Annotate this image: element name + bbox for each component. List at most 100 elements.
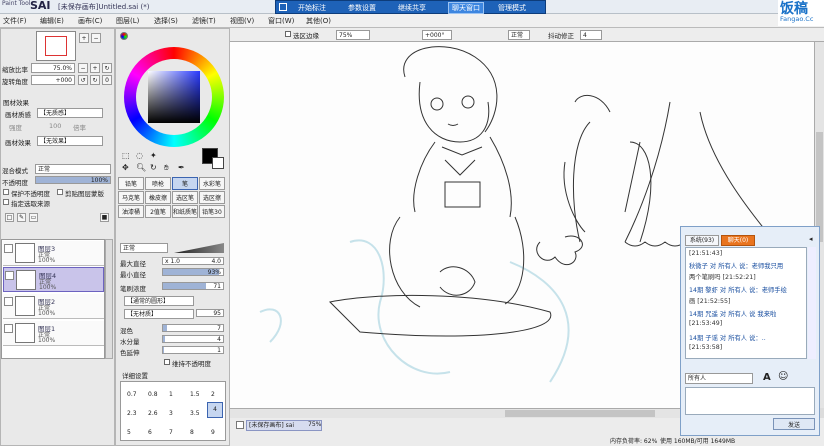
texture-strength-slider[interactable]: 95 bbox=[196, 309, 224, 317]
menu-window[interactable]: 窗口(W) bbox=[268, 16, 294, 26]
magic-wand-icon[interactable]: ✦ bbox=[150, 151, 157, 160]
menu-canvas[interactable]: 画布(C) bbox=[78, 16, 102, 26]
layer-row[interactable]: 图层3 正常 100% bbox=[3, 241, 104, 266]
rotate-right-icon[interactable]: ↻ bbox=[90, 75, 100, 85]
keep-opacity-checkbox[interactable] bbox=[164, 359, 170, 365]
menu-filter[interactable]: 滤镜(T) bbox=[192, 16, 216, 26]
zoom-reset-icon[interactable]: ↻ bbox=[102, 63, 112, 73]
size-preset[interactable]: 2.6 bbox=[148, 410, 158, 417]
persistence-slider[interactable]: 1 bbox=[162, 346, 224, 354]
emoji-icon[interactable]: ☺ bbox=[778, 371, 788, 382]
eyedropper-icon[interactable]: ✒ bbox=[178, 163, 185, 172]
menu-view[interactable]: 视图(V) bbox=[230, 16, 254, 26]
size-preset[interactable]: 1.5 bbox=[190, 391, 200, 398]
zoom-tool-icon[interactable]: 🔍︎ bbox=[136, 163, 146, 172]
send-button[interactable]: 发送 bbox=[773, 418, 815, 430]
tool-select-eraser[interactable]: 选区擦 bbox=[199, 191, 225, 204]
font-icon[interactable]: A bbox=[763, 372, 771, 383]
color-wheel[interactable] bbox=[124, 47, 224, 147]
canvas-mode-select[interactable]: 正常 bbox=[508, 30, 530, 40]
new-folder-icon[interactable]: ▭ bbox=[29, 213, 38, 222]
pin-icon[interactable] bbox=[279, 3, 287, 11]
size-preset[interactable]: 0.7 bbox=[127, 391, 137, 398]
opacity-slider[interactable]: 100% bbox=[35, 176, 111, 184]
zoom-field[interactable]: 75.0% bbox=[31, 63, 75, 73]
continue-share-button[interactable]: 继续共享 bbox=[398, 3, 426, 13]
delete-layer-icon[interactable]: ■ bbox=[100, 213, 109, 222]
size-preset[interactable]: 0.8 bbox=[148, 391, 158, 398]
canvas-zoom-select[interactable]: 75% bbox=[336, 30, 370, 40]
eye-icon[interactable] bbox=[4, 244, 13, 253]
tool-select-pen[interactable]: 选区笔 bbox=[172, 191, 198, 204]
size-slider[interactable]: x 1.0 4.0 bbox=[162, 257, 224, 265]
brush-mode-select[interactable]: 正常 bbox=[120, 243, 168, 253]
color-wheel-icon[interactable] bbox=[120, 32, 128, 40]
edge-hardness-icon[interactable] bbox=[174, 243, 224, 253]
water-slider[interactable]: 4 bbox=[162, 335, 224, 343]
size-preset-selected[interactable]: 4 bbox=[207, 402, 223, 418]
eye-icon[interactable] bbox=[5, 271, 14, 280]
detail-settings-toggle[interactable]: 详细设置 bbox=[122, 370, 148, 380]
tool-watercolor[interactable]: 水彩笔 bbox=[199, 177, 225, 190]
clipping-mask-checkbox[interactable] bbox=[57, 189, 63, 195]
start-annotate-button[interactable]: 开始标注 bbox=[298, 3, 326, 13]
size-preset[interactable]: 2.3 bbox=[127, 410, 137, 417]
zoom-plus-icon[interactable]: + bbox=[90, 63, 100, 73]
size-preset[interactable]: 5 bbox=[127, 429, 131, 436]
layer-row[interactable]: 图层2 正常 100% bbox=[3, 294, 104, 319]
background-color-swatch[interactable] bbox=[212, 157, 224, 169]
close-icon[interactable]: ◂ bbox=[809, 235, 813, 243]
menu-file[interactable]: 文件(F) bbox=[3, 16, 27, 26]
angle-field[interactable]: +000 bbox=[31, 75, 75, 85]
menu-edit[interactable]: 编辑(E) bbox=[40, 16, 64, 26]
chat-input[interactable] bbox=[685, 387, 815, 415]
zoom-in-icon[interactable]: + bbox=[79, 33, 89, 43]
tool-pencil[interactable]: 铅笔 bbox=[118, 177, 144, 190]
tab-system[interactable]: 系统(93) bbox=[685, 235, 719, 246]
rotate-left-icon[interactable]: ↺ bbox=[78, 75, 88, 85]
zoom-out-icon[interactable]: − bbox=[91, 33, 101, 43]
canvas-angle-select[interactable]: +000° bbox=[422, 30, 452, 40]
layer-row[interactable]: 图层1 正常 100% bbox=[3, 321, 104, 346]
new-layer-icon[interactable]: □ bbox=[5, 213, 14, 222]
size-preset[interactable]: 6 bbox=[148, 429, 152, 436]
tool-washi-pen[interactable]: 和纸质笔 bbox=[172, 205, 198, 218]
tool-eraser[interactable]: 橡皮擦 bbox=[145, 191, 171, 204]
blend-mode-select[interactable]: 正常 bbox=[35, 164, 111, 174]
size-preset[interactable]: 7 bbox=[169, 429, 173, 436]
menu-other[interactable]: 其他(O) bbox=[306, 16, 331, 26]
zoom-minus-icon[interactable]: − bbox=[78, 63, 88, 73]
rotate-reset-icon[interactable]: 0 bbox=[102, 75, 112, 85]
menu-select[interactable]: 选择(S) bbox=[154, 16, 178, 26]
chat-scrollbar[interactable] bbox=[808, 247, 816, 359]
select-tool-icon[interactable]: ⬚ bbox=[122, 151, 130, 160]
tool-pencil30[interactable]: 铅笔30 bbox=[199, 205, 225, 218]
layer-scrollbar[interactable] bbox=[105, 239, 113, 359]
param-settings-button[interactable]: 参数设置 bbox=[348, 3, 376, 13]
min-size-slider[interactable]: 93% bbox=[162, 268, 224, 276]
tool-binary-pen[interactable]: 2值笔 bbox=[145, 205, 171, 218]
size-preset[interactable]: 3.5 bbox=[190, 410, 200, 417]
size-preset[interactable]: 2 bbox=[211, 391, 215, 398]
brush-shape-select[interactable]: 【通常的圆形】 bbox=[124, 296, 194, 306]
size-preset[interactable]: 3 bbox=[169, 410, 173, 417]
selection-source-checkbox[interactable] bbox=[3, 199, 9, 205]
density-slider[interactable]: 71 bbox=[162, 282, 224, 290]
move-tool-icon[interactable]: ✥ bbox=[122, 163, 129, 172]
brush-texture-select[interactable]: 【无材质】 bbox=[124, 309, 194, 319]
eye-icon[interactable] bbox=[4, 297, 13, 306]
recipient-select[interactable]: 所有人 bbox=[685, 373, 753, 384]
admin-mode-button[interactable]: 管理模式 bbox=[498, 3, 526, 13]
paper-select[interactable]: 【无质感】 bbox=[37, 108, 103, 118]
layer-row-selected[interactable]: 图层4 正常 100% bbox=[3, 267, 104, 292]
saturation-square[interactable] bbox=[148, 71, 200, 123]
menu-layer[interactable]: 图层(L) bbox=[116, 16, 139, 26]
lasso-tool-icon[interactable]: ◌ bbox=[136, 151, 143, 160]
tool-bucket[interactable]: 油漆桶 bbox=[118, 205, 144, 218]
navigator-thumbnail[interactable] bbox=[36, 31, 76, 61]
tool-brush[interactable]: 笔 bbox=[172, 177, 198, 190]
new-linework-icon[interactable]: ✎ bbox=[17, 213, 26, 222]
chat-window-button[interactable]: 聊天窗口 bbox=[448, 2, 484, 14]
tool-marker[interactable]: 马克笔 bbox=[118, 191, 144, 204]
blend-slider[interactable]: 7 bbox=[162, 324, 224, 332]
